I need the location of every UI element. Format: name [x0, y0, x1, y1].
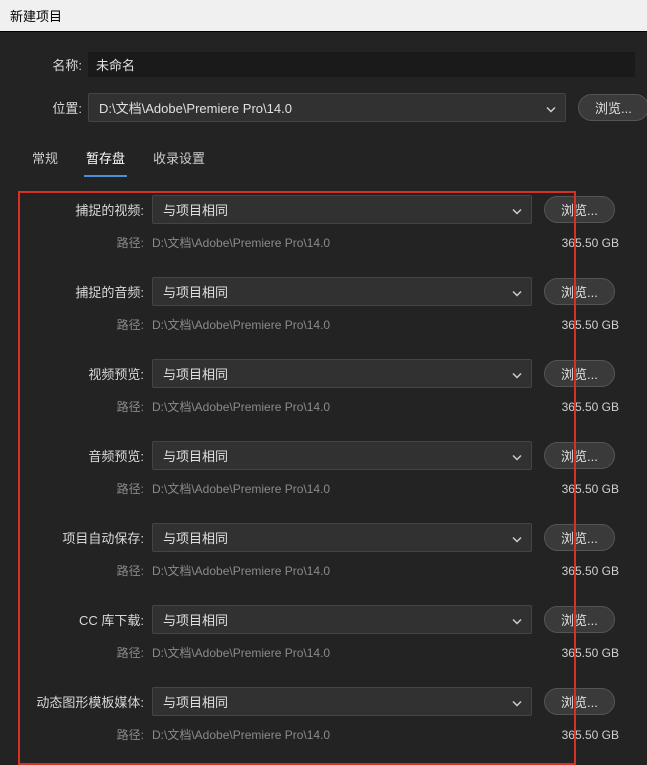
- scratch-select[interactable]: 与项目相同: [152, 687, 532, 716]
- disk-size: 365.50 GB: [544, 236, 619, 250]
- path-row: 路径:D:\文档\Adobe\Premiere Pro\14.0 365.50 G…: [0, 398, 647, 415]
- browse-button[interactable]: 浏览...: [544, 196, 615, 223]
- scratch-select[interactable]: 与项目相同: [152, 359, 532, 388]
- scratch-select[interactable]: 与项目相同: [152, 277, 532, 306]
- location-browse-button[interactable]: 浏览...: [578, 94, 647, 121]
- disk-size: 365.50 GB: [544, 564, 619, 578]
- disk-size: 365.50 GB: [544, 482, 619, 496]
- path-value: D:\文档\Adobe\Premiere Pro\14.0: [152, 234, 532, 251]
- location-row: 位置: D:\文档\Adobe\Premiere Pro\14.0 浏览...: [0, 89, 647, 126]
- browse-button[interactable]: 浏览...: [544, 442, 615, 469]
- scratch-row: 动态图形模板媒体:与项目相同浏览...: [0, 687, 647, 716]
- path-row: 路径:D:\文档\Adobe\Premiere Pro\14.0 365.50 G…: [0, 644, 647, 661]
- path-label: 路径:: [0, 480, 152, 497]
- path-row: 路径:D:\文档\Adobe\Premiere Pro\14.0 365.50 G…: [0, 480, 647, 497]
- path-label: 路径:: [0, 726, 152, 743]
- tabs: 常规 暂存盘 收录设置: [0, 134, 647, 177]
- dialog-content: 名称: 位置: D:\文档\Adobe\Premiere Pro\14.0 浏览…: [0, 32, 647, 765]
- path-row: 路径:D:\文档\Adobe\Premiere Pro\14.0 365.50 G…: [0, 562, 647, 579]
- path-label: 路径:: [0, 316, 152, 333]
- location-label: 位置:: [0, 98, 88, 117]
- scratch-row: 捕捉的音频:与项目相同浏览...: [0, 277, 647, 306]
- scratch-row: 音频预览:与项目相同浏览...: [0, 441, 647, 470]
- scratch-label: 捕捉的音频:: [0, 282, 152, 301]
- window-title: 新建项目: [10, 9, 62, 24]
- scratch-label: 音频预览:: [0, 446, 152, 465]
- scratch-label: 动态图形模板媒体:: [0, 692, 152, 711]
- disk-size: 365.50 GB: [544, 318, 619, 332]
- disk-size: 365.50 GB: [544, 646, 619, 660]
- scratch-row: 项目自动保存:与项目相同浏览...: [0, 523, 647, 552]
- scratch-label: 视频预览:: [0, 364, 152, 383]
- tab-ingest[interactable]: 收录设置: [151, 144, 207, 177]
- window-title-bar: 新建项目: [0, 0, 647, 32]
- tab-general[interactable]: 常规: [30, 144, 60, 177]
- location-select[interactable]: D:\文档\Adobe\Premiere Pro\14.0: [88, 93, 566, 122]
- scratch-label: 捕捉的视频:: [0, 200, 152, 219]
- scratch-section: 捕捉的视频:与项目相同浏览...路径:D:\文档\Adobe\Premiere …: [0, 191, 647, 765]
- scratch-row: 视频预览:与项目相同浏览...: [0, 359, 647, 388]
- disk-size: 365.50 GB: [544, 728, 619, 742]
- path-row: 路径:D:\文档\Adobe\Premiere Pro\14.0 365.50 G…: [0, 316, 647, 333]
- path-value: D:\文档\Adobe\Premiere Pro\14.0: [152, 398, 532, 415]
- scratch-row: CC 库下载:与项目相同浏览...: [0, 605, 647, 634]
- scratch-label: CC 库下载:: [0, 610, 152, 629]
- browse-button[interactable]: 浏览...: [544, 688, 615, 715]
- scratch-item: 视频预览:与项目相同浏览... 路径:D:\文档\Adobe\Premiere P…: [0, 355, 647, 437]
- scratch-item: 音频预览:与项目相同浏览... 路径:D:\文档\Adobe\Premiere P…: [0, 437, 647, 519]
- path-label: 路径:: [0, 562, 152, 579]
- scratch-item: 动态图形模板媒体:与项目相同浏览... 路径:D:\文档\Adobe\Premie…: [0, 683, 647, 765]
- path-label: 路径:: [0, 398, 152, 415]
- scratch-item: 捕捉的视频:与项目相同浏览... 路径:D:\文档\Adobe\Premiere …: [0, 191, 647, 273]
- scratch-label: 项目自动保存:: [0, 528, 152, 547]
- browse-button[interactable]: 浏览...: [544, 278, 615, 305]
- path-row: 路径:D:\文档\Adobe\Premiere Pro\14.0 365.50 G…: [0, 726, 647, 743]
- path-label: 路径:: [0, 234, 152, 251]
- tab-scratch[interactable]: 暂存盘: [84, 144, 127, 177]
- browse-button[interactable]: 浏览...: [544, 606, 615, 633]
- path-label: 路径:: [0, 644, 152, 661]
- scratch-item: 项目自动保存:与项目相同浏览... 路径:D:\文档\Adobe\Premiere…: [0, 519, 647, 601]
- name-label: 名称:: [0, 55, 88, 74]
- path-value: D:\文档\Adobe\Premiere Pro\14.0: [152, 726, 532, 743]
- path-value: D:\文档\Adobe\Premiere Pro\14.0: [152, 562, 532, 579]
- path-row: 路径:D:\文档\Adobe\Premiere Pro\14.0 365.50 G…: [0, 234, 647, 251]
- scratch-select[interactable]: 与项目相同: [152, 605, 532, 634]
- path-value: D:\文档\Adobe\Premiere Pro\14.0: [152, 316, 532, 333]
- browse-button[interactable]: 浏览...: [544, 360, 615, 387]
- scratch-select[interactable]: 与项目相同: [152, 441, 532, 470]
- browse-button[interactable]: 浏览...: [544, 524, 615, 551]
- scratch-item: CC 库下载:与项目相同浏览... 路径:D:\文档\Adobe\Premiere…: [0, 601, 647, 683]
- scratch-row: 捕捉的视频:与项目相同浏览...: [0, 195, 647, 224]
- path-value: D:\文档\Adobe\Premiere Pro\14.0: [152, 480, 532, 497]
- scratch-select[interactable]: 与项目相同: [152, 195, 532, 224]
- name-input[interactable]: [88, 52, 635, 77]
- name-row: 名称:: [0, 48, 647, 81]
- path-value: D:\文档\Adobe\Premiere Pro\14.0: [152, 644, 532, 661]
- scratch-item: 捕捉的音频:与项目相同浏览... 路径:D:\文档\Adobe\Premiere …: [0, 273, 647, 355]
- disk-size: 365.50 GB: [544, 400, 619, 414]
- scratch-select[interactable]: 与项目相同: [152, 523, 532, 552]
